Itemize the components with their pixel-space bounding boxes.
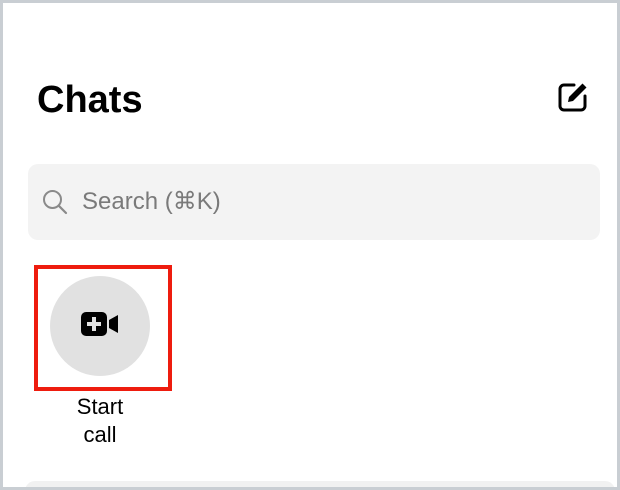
page-title: Chats <box>37 79 143 121</box>
search-input[interactable] <box>82 188 562 216</box>
search-icon <box>40 187 70 217</box>
video-call-add-icon <box>79 310 121 343</box>
start-call-label-line2: call <box>83 422 117 447</box>
compose-button[interactable] <box>553 79 593 119</box>
chat-list-item[interactable] <box>25 481 615 487</box>
search-bar[interactable] <box>28 164 600 240</box>
start-call-label: Start call <box>50 393 150 449</box>
chats-panel: Chats Start ca <box>0 0 620 490</box>
start-call-label-line1: Start <box>76 394 124 419</box>
compose-icon <box>556 80 590 119</box>
start-call-button[interactable] <box>50 276 150 376</box>
